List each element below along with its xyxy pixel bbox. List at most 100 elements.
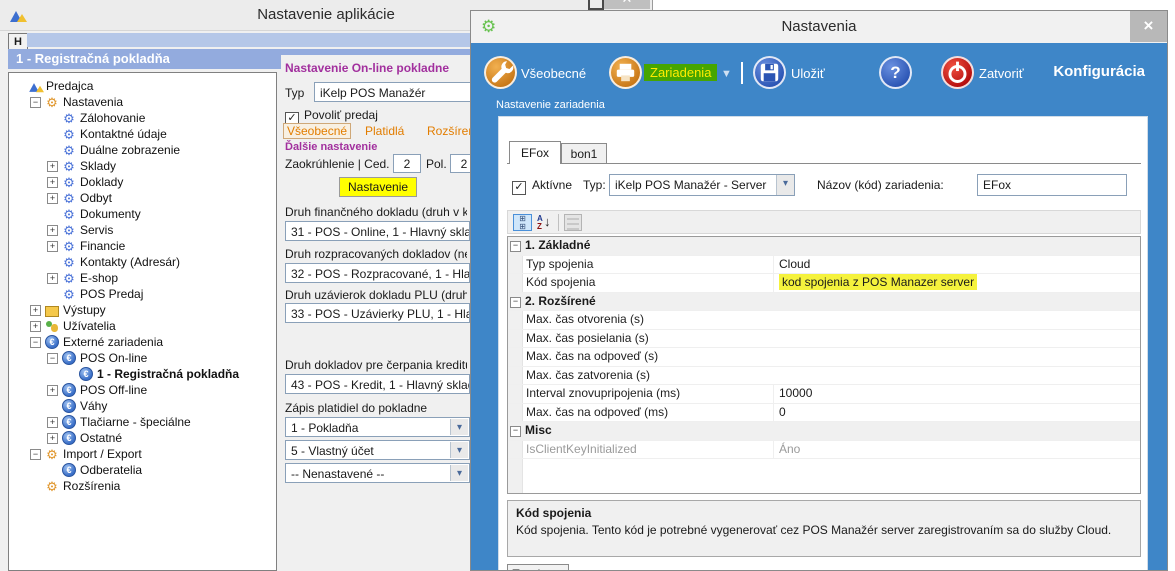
tree-expander-icon[interactable]: + (47, 241, 58, 252)
rounding-ced-input[interactable]: 2 (393, 154, 421, 173)
tree-item[interactable]: − ⚙ Import / Export (9, 446, 276, 462)
property-pages-icon[interactable] (564, 214, 582, 231)
nazov-input[interactable]: EFox (977, 174, 1127, 196)
grid-property-row[interactable]: Max. čas posielania (s) (508, 330, 1140, 349)
aktivne-checkbox[interactable]: ✓ (512, 177, 531, 195)
property-value[interactable]: 0 (773, 404, 1140, 422)
tree-item[interactable]: Predajca (9, 78, 276, 94)
grid-property-row[interactable]: Interval znovupripojenia (ms) 10000 (508, 385, 1140, 404)
collapse-icon[interactable]: − (510, 297, 521, 308)
grid-property-row[interactable]: IsClientKeyInitialized Áno (508, 441, 1140, 460)
tree-item[interactable]: € 1 - Registračná pokladňa (9, 366, 276, 382)
ulozit-label[interactable]: Uložiť (791, 66, 825, 81)
tree-expander-icon[interactable]: + (30, 321, 41, 332)
dialog-close-button[interactable]: × (1130, 11, 1167, 42)
chevron-down-icon[interactable]: ▾ (776, 175, 794, 195)
tree-item[interactable]: + ⚙ Doklady (9, 174, 276, 190)
grid-property-row[interactable]: Typ spojenia Cloud (508, 256, 1140, 275)
categorized-view-icon[interactable]: ⊞⊞ (513, 214, 532, 231)
tree-expander-icon[interactable]: + (30, 305, 41, 316)
tree-expander-icon[interactable]: + (47, 417, 58, 428)
druh-uzavierok-field[interactable]: 33 - POS - Uzávierky PLU, 1 - Hlavn (285, 303, 470, 323)
tree-item[interactable]: − € POS On-line (9, 350, 276, 366)
chevron-down-icon[interactable]: ▾ (450, 419, 468, 435)
collapse-icon[interactable]: − (510, 426, 521, 437)
grid-category-row[interactable]: − 2. Rozšírené (508, 293, 1140, 312)
tab-vseobecne[interactable]: Všeobecné (283, 123, 351, 139)
test-kom-button[interactable]: Test kom. (507, 564, 569, 571)
tree-expander-icon[interactable]: + (47, 273, 58, 284)
tree-item[interactable]: + ⚙ Odbyt (9, 190, 276, 206)
tree-item[interactable]: ⚙ Kontaktné údaje (9, 126, 276, 142)
tree-item[interactable]: + ⚙ Servis (9, 222, 276, 238)
tree-item[interactable]: + € Tlačiarne - špeciálne (9, 414, 276, 430)
payment-select-2[interactable]: 5 - Vlastný účet▾ (285, 440, 470, 460)
chevron-down-icon[interactable]: ▼ (721, 68, 732, 80)
payment-select-3[interactable]: -- Nenastavené --▾ (285, 463, 470, 483)
tree-item[interactable]: ⚙ POS Predaj (9, 286, 276, 302)
tree-item[interactable]: + Výstupy (9, 302, 276, 318)
tree-item[interactable]: − ⚙ Nastavenia (9, 94, 276, 110)
nastavenie-button[interactable]: Nastavenie (339, 177, 417, 197)
collapse-icon[interactable]: − (510, 241, 521, 252)
zariadenia-button[interactable] (609, 56, 642, 89)
tree-item[interactable]: + Užívatelia (9, 318, 276, 334)
tree-expander-icon[interactable]: + (47, 385, 58, 396)
chevron-down-icon[interactable]: ▾ (450, 442, 468, 458)
help-button[interactable]: ? (879, 56, 912, 89)
grid-category-row[interactable]: − 1. Základné (508, 237, 1140, 256)
device-typ-combobox[interactable]: iKelp POS Manažér - Server ▾ (609, 174, 795, 196)
grid-property-row[interactable]: Max. čas zatvorenia (s) (508, 367, 1140, 386)
property-value[interactable]: 10000 (773, 385, 1140, 403)
tree-expander-icon[interactable]: + (47, 193, 58, 204)
maximize-button[interactable] (588, 0, 604, 10)
grid-category-row[interactable]: − Misc (508, 422, 1140, 441)
tree-item[interactable]: + € Ostatné (9, 430, 276, 446)
tree-expander-icon[interactable]: − (30, 97, 41, 108)
tree-item[interactable]: + ⚙ Sklady (9, 158, 276, 174)
tree-item[interactable]: ⚙ Duálne zobrazenie (9, 142, 276, 158)
druh-financneho-field[interactable]: 31 - POS - Online, 1 - Hlavný sklad (285, 221, 470, 241)
grid-property-row[interactable]: Kód spojenia kod spojenia z POS Manazer … (508, 274, 1140, 293)
druh-rozpracovanych-field[interactable]: 32 - POS - Rozpracované, 1 - Hlavn (285, 263, 470, 283)
tree-item[interactable]: + ⚙ Financie (9, 238, 276, 254)
payment-select-1[interactable]: 1 - Pokladňa▾ (285, 417, 470, 437)
checkbox-check-icon[interactable]: ✓ (512, 181, 526, 195)
bg-close-button[interactable]: ✕ (604, 0, 650, 9)
tree-item[interactable]: + € POS Off-line (9, 382, 276, 398)
grid-property-row[interactable]: Max. čas otvorenia (s) (508, 311, 1140, 330)
tree-expander-icon[interactable]: + (47, 177, 58, 188)
tree-expander-icon[interactable]: − (30, 337, 41, 348)
property-value[interactable]: kod spojenia z POS Manazer server (773, 274, 1140, 292)
alphabetical-sort-icon[interactable]: AZ↓ (536, 214, 554, 231)
vseobecne-label[interactable]: Všeobecné (521, 66, 586, 81)
tree-expander-icon[interactable]: + (47, 225, 58, 236)
tree-item[interactable]: ⚙ Zálohovanie (9, 110, 276, 126)
tree-expander-icon[interactable]: − (30, 449, 41, 460)
tree-item[interactable]: − € Externé zariadenia (9, 334, 276, 350)
tree-item[interactable]: € Váhy (9, 398, 276, 414)
tab-platidla[interactable]: Platidlá (365, 124, 404, 138)
property-value[interactable]: Cloud (773, 256, 1140, 274)
tree-expander-icon[interactable]: + (47, 433, 58, 444)
vseobecne-button[interactable] (484, 56, 517, 89)
tree-item[interactable]: + ⚙ E-shop (9, 270, 276, 286)
ulozit-button[interactable] (753, 56, 786, 89)
property-value[interactable]: Áno (773, 441, 1140, 459)
typ-combobox[interactable]: iKelp POS Manažér (314, 82, 471, 102)
dialog-titlebar[interactable]: ⚙ Nastavenia × (471, 11, 1167, 43)
zatvorit-label[interactable]: Zatvoriť (979, 66, 1024, 81)
zatvorit-button[interactable] (941, 56, 974, 89)
tree-expander-icon[interactable]: − (47, 353, 58, 364)
grid-property-row[interactable]: Max. čas na odpoveď (s) (508, 348, 1140, 367)
tree-item[interactable]: ⚙ Rozšírenia (9, 478, 276, 494)
tab-bon1[interactable]: bon1 (561, 143, 607, 164)
tree-item[interactable]: € Odberatelia (9, 462, 276, 478)
zariadenia-label[interactable]: Zariadenia (644, 64, 717, 81)
tab-efox[interactable]: EFox (509, 141, 561, 164)
tree-item[interactable]: ⚙ Kontakty (Adresár) (9, 254, 276, 270)
grid-property-row[interactable]: Max. čas na odpoveď (ms) 0 (508, 404, 1140, 423)
tree-item[interactable]: ⚙ Dokumenty (9, 206, 276, 222)
chevron-down-icon[interactable]: ▾ (450, 465, 468, 481)
druh-kredit-field[interactable]: 43 - POS - Kredit, 1 - Hlavný sklad (285, 374, 470, 394)
